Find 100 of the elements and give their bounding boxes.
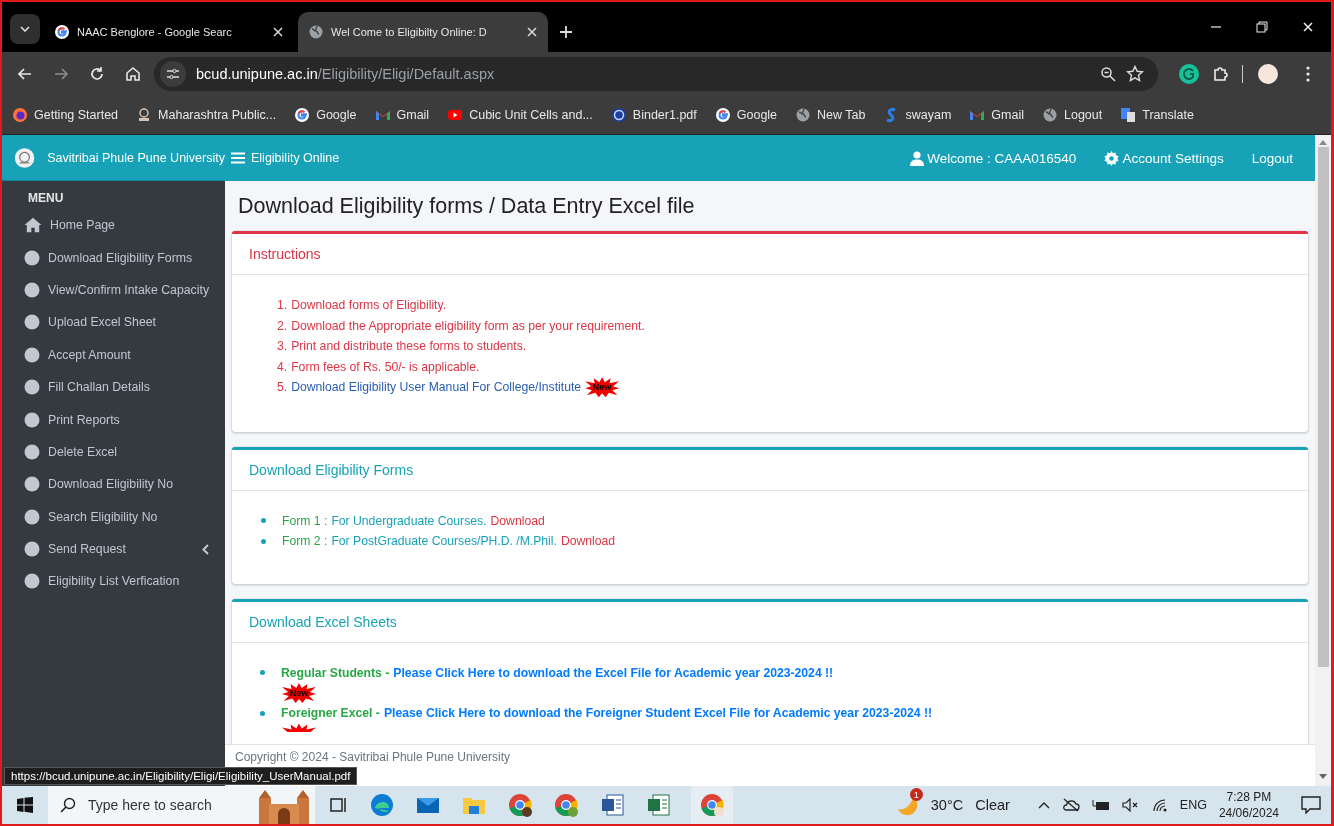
edge-icon[interactable] [369,792,395,818]
excel-download-link[interactable]: Please Click Here to download the Excel File for Academic year 2023-2024 !! [393,662,834,683]
zoom-icon[interactable] [1100,66,1116,82]
bullet-icon [260,670,265,676]
circle-icon [24,314,40,331]
notification-icon[interactable] [1301,796,1321,814]
scroll-thumb[interactable] [1317,147,1329,667]
chevron-left-icon[interactable] [202,543,209,555]
clock-date[interactable]: 24/06/2024 [1218,805,1279,821]
home-icon[interactable] [125,66,141,82]
chevron-up-icon[interactable] [1037,801,1050,809]
scrollbar[interactable] [1315,135,1331,786]
circle-icon [24,346,40,363]
word-icon[interactable] [599,792,625,818]
bookmark[interactable]: Binder1.pdf [610,107,697,123]
bookmark[interactable]: Cubic Unit Cells and... [447,107,593,123]
menu-icon[interactable] [231,152,245,164]
language-indicator[interactable]: ENG [1179,798,1207,812]
home-icon [24,216,42,235]
list-number: 3. [277,338,288,355]
close-icon[interactable] [272,26,284,38]
sidebar-item[interactable]: Send Request [2,532,225,566]
excel-icon[interactable] [645,792,671,818]
app-title: Eligibility Online [251,151,340,165]
plus-icon[interactable] [559,25,573,39]
list-number: 4. [277,358,288,376]
globe-icon [1042,107,1058,123]
bookmark[interactable]: Translate [1120,107,1194,123]
browser-tab[interactable]: Wel Come to Eligibilty Online: D [298,12,548,52]
excel-download-link[interactable]: Please Click Here to download the Foreigner Student Excel File for Academic year 2023-2024 !! [383,703,933,724]
bookmark[interactable]: Google [294,107,357,123]
battery-icon[interactable] [1091,799,1110,811]
scroll-up-icon[interactable] [1319,139,1327,145]
chrome-icon[interactable] [553,792,579,818]
manual-link[interactable]: Download Eligibility User Manual For College/Institute [291,377,582,398]
card-title: Download Excel Sheets [232,601,1308,643]
bookmark[interactable]: Gmail [969,107,1024,123]
instruction-text: Print and distribute these forms to students. [291,338,527,355]
profile-avatar[interactable] [1257,63,1279,85]
cloud-off-icon[interactable] [1061,798,1080,812]
task-view-icon[interactable] [329,795,349,815]
globe-icon [308,24,324,40]
card-title: Instructions [232,234,1308,275]
bullet-icon [261,538,266,544]
reload-icon[interactable] [89,66,105,82]
sidebar-item[interactable]: Download Eligibility Forms [2,241,225,274]
sidebar-item[interactable]: Search Eligibility No [2,500,225,533]
puzzle-icon[interactable] [1212,65,1230,83]
site-info-icon[interactable] [166,67,180,81]
circle-icon [24,573,40,590]
sidebar-item[interactable]: Delete Excel [2,435,225,469]
star-icon[interactable] [1126,65,1144,83]
grammarly-icon[interactable] [1178,63,1200,85]
bookmark[interactable]: Gmail [374,107,430,123]
sidebar-item[interactable]: Print Reports [2,403,225,436]
translate-icon [1120,107,1137,123]
download-link[interactable]: Download [560,531,616,552]
user-icon[interactable] [910,150,925,166]
bookmark[interactable]: Logout [1042,107,1103,123]
circle-icon [24,476,40,493]
instruction-text: Download forms of Eligibility. [291,297,447,314]
weather-condition[interactable]: Clear [975,797,1010,813]
bookmark[interactable]: Getting Started [12,107,119,123]
close-icon[interactable] [526,26,538,38]
scroll-down-icon[interactable] [1319,774,1327,780]
clock-time[interactable]: 7:28 PM [1226,789,1272,805]
close-icon[interactable] [1302,21,1314,33]
sidebar-item[interactable]: View/Confirm Intake Capacity [2,273,225,307]
circle-icon [24,541,40,558]
kebab-menu-icon[interactable] [1306,66,1310,82]
sidebar-item[interactable]: Upload Excel Sheet [2,306,225,339]
status-url: https://bcud.unipune.ac.in/Eligibility/Eligi/Eligibility_UserManual.pdf [4,767,358,785]
forward-arrow-icon[interactable] [53,66,69,82]
chrome-icon[interactable] [699,792,725,818]
bookmark[interactable]: New Tab [795,107,866,123]
bookmark[interactable]: swayam [883,107,952,123]
speaker-muted-icon[interactable] [1121,798,1140,812]
sidebar-item[interactable]: Fill Challan Details [2,370,225,404]
chevron-down-icon[interactable] [20,26,30,32]
windows-icon[interactable] [17,797,33,813]
sidebar-item[interactable]: Home Page [2,209,225,242]
temperature[interactable]: 30°C [930,797,964,813]
sidebar-item[interactable]: Accept Amount [2,338,225,371]
bookmark[interactable]: Maharashtra Public... [136,107,277,123]
sidebar-item[interactable]: Download Eligibility No [2,468,225,501]
form-description: For PostGraduate Courses/PH.D. /M.Phil. [331,533,557,550]
list-number: 2. [277,317,288,335]
page-title: Download Eligibility forms / Data Entry Excel file [237,193,696,220]
back-arrow-icon[interactable] [17,66,33,82]
sidebar-item[interactable]: Eligibility List Verfication [2,565,225,598]
chrome-icon[interactable] [507,792,533,818]
settings-icon[interactable] [1104,150,1120,166]
address-bar[interactable]: bcud.unipune.ac.in/Eligibility/Eligi/Default.aspx [154,57,1158,91]
taskbar-search-field[interactable]: Type here to search [48,786,253,824]
browser-tab[interactable]: NAAC Benglore - Google Searc [44,12,294,52]
restore-icon[interactable] [1256,21,1268,33]
tab-search-button[interactable] [10,14,40,44]
download-link[interactable]: Download [490,510,545,531]
bookmark[interactable]: Google [714,107,778,123]
wifi-icon[interactable] [1151,798,1168,812]
